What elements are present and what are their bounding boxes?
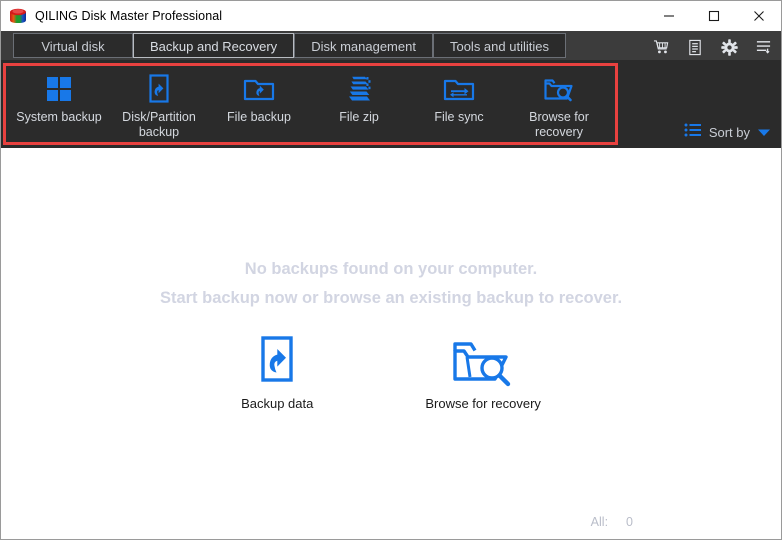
main-content-area: No backups found on your computer. Start… [1, 148, 781, 505]
action-browse-for-recovery[interactable]: Browse for recovery [425, 335, 541, 411]
toolbar-item-file-backup[interactable]: File backup [209, 66, 309, 125]
status-bar: All: 0 [1, 505, 781, 539]
tab-disk-management[interactable]: Disk management [294, 33, 433, 58]
title-bar: QILING Disk Master Professional [1, 1, 781, 31]
toolbar-item-label: Disk/Partition backup [122, 110, 196, 139]
window-title: QILING Disk Master Professional [35, 9, 223, 23]
empty-state-line-2: Start backup now or browse an existing b… [159, 289, 623, 307]
disk-arrow-icon [254, 335, 300, 387]
tab-list: Virtual disk Backup and Recovery Disk ma… [13, 31, 566, 60]
primary-action-group: Backup data Browse for recovery [241, 335, 541, 411]
folder-search-icon [450, 335, 516, 387]
backup-toolbar: System backup Disk/Partition backup File… [1, 60, 781, 148]
toolbar-item-file-zip[interactable]: File zip [309, 66, 409, 125]
action-label: Browse for recovery [425, 396, 541, 411]
toolbar-item-label: File sync [434, 110, 484, 124]
folder-sync-icon [442, 72, 476, 106]
windows-grid-icon [44, 72, 74, 106]
minimize-button[interactable] [646, 1, 691, 31]
shopping-cart-icon[interactable] [651, 37, 671, 57]
application-window: QILING Disk Master Professional Virtual … [0, 0, 782, 540]
toolbar-item-disk-partition-backup[interactable]: Disk/Partition backup [109, 66, 209, 140]
status-all-value: 0 [626, 515, 633, 529]
close-button[interactable] [736, 1, 781, 31]
toolbar-item-label: File backup [227, 110, 291, 124]
sort-by-control[interactable]: Sort by [684, 123, 771, 142]
action-backup-data[interactable]: Backup data [241, 335, 313, 411]
bulleted-list-icon [684, 123, 702, 142]
folder-search-icon [542, 72, 576, 106]
toolbar-item-label: File zip [339, 110, 379, 124]
window-controls [646, 1, 781, 31]
toolbar-item-label: Browse for recovery [529, 110, 589, 139]
document-list-icon[interactable] [685, 37, 705, 57]
empty-state-message: No backups found on your computer. Start… [160, 255, 622, 313]
stacked-files-icon [343, 72, 375, 106]
disk-arrow-icon [144, 72, 174, 106]
empty-state-line-1: No backups found on your computer. [244, 260, 538, 278]
folder-arrow-icon [242, 72, 276, 106]
menu-lines-icon[interactable] [753, 37, 773, 57]
toolbar-item-file-sync[interactable]: File sync [409, 66, 509, 125]
maximize-button[interactable] [691, 1, 736, 31]
toolbar-item-browse-for-recovery[interactable]: Browse for recovery [509, 66, 609, 140]
action-label: Backup data [241, 396, 314, 411]
chevron-down-icon[interactable] [757, 124, 771, 142]
tab-strip: Virtual disk Backup and Recovery Disk ma… [1, 31, 781, 60]
status-all-label: All: [590, 515, 609, 529]
gear-icon[interactable] [719, 37, 739, 57]
tab-backup-and-recovery[interactable]: Backup and Recovery [133, 33, 295, 58]
qiling-cylinder-logo [8, 6, 28, 26]
tab-tools-and-utilities[interactable]: Tools and utilities [432, 33, 566, 58]
toolbar-item-label: System backup [16, 110, 102, 124]
tab-virtual-disk[interactable]: Virtual disk [13, 33, 133, 58]
titlebar-icon-group [651, 37, 773, 57]
sort-by-label: Sort by [708, 125, 750, 140]
toolbar-item-list: System backup Disk/Partition backup File… [9, 66, 609, 140]
toolbar-item-system-backup[interactable]: System backup [9, 66, 109, 125]
